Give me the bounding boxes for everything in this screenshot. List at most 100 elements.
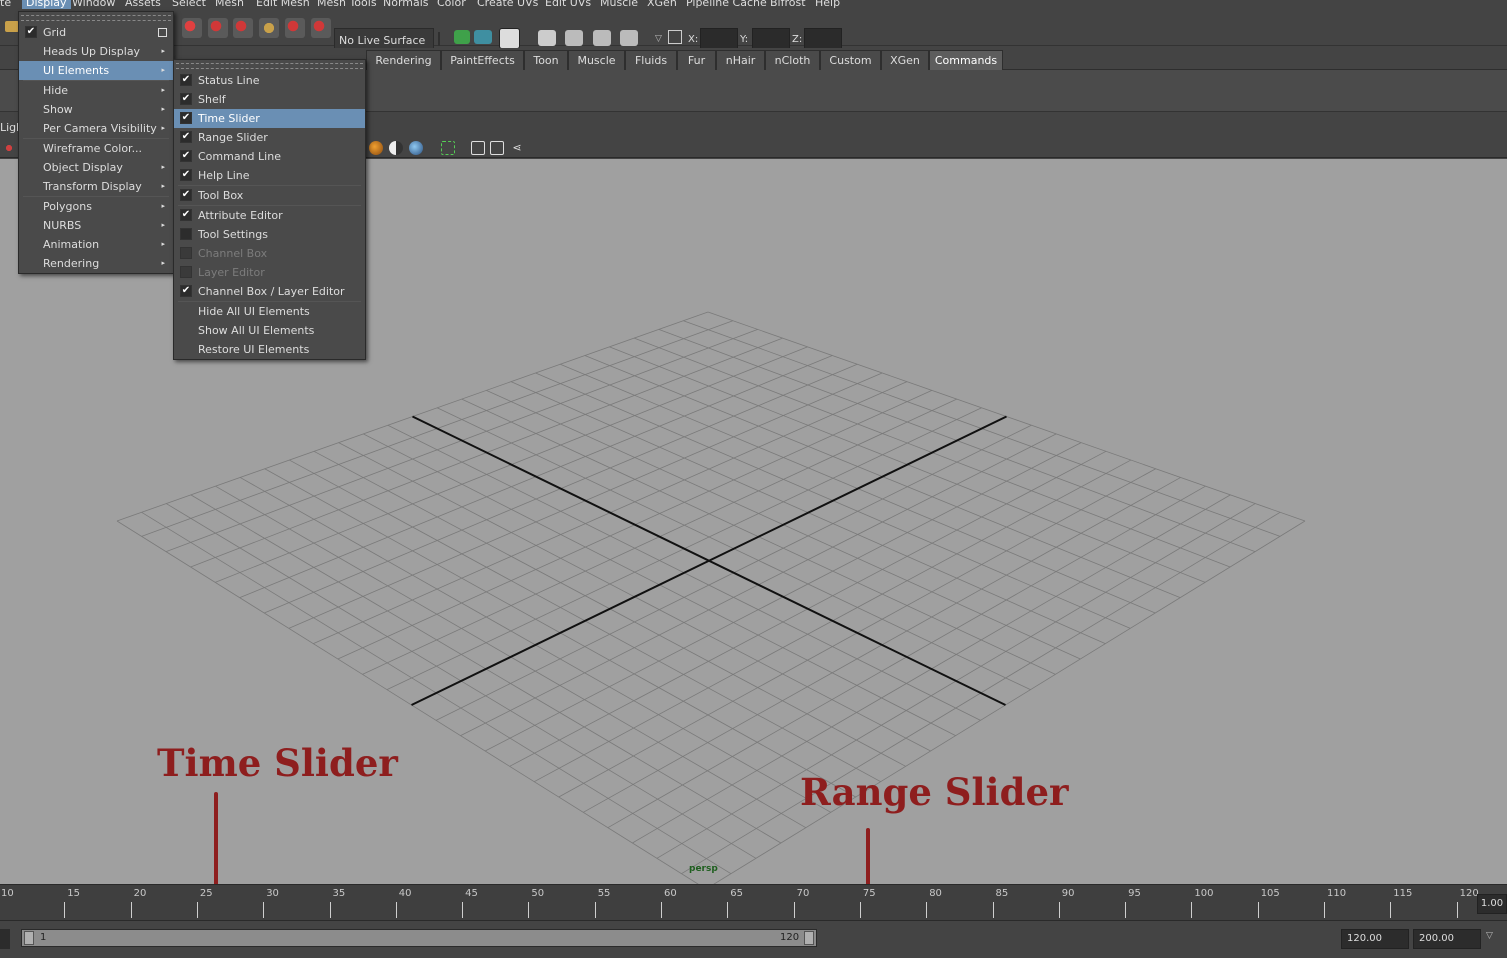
shelf-tab-toon[interactable]: Toon	[524, 50, 568, 70]
shelf-tab-nhair[interactable]: nHair	[716, 50, 765, 70]
display-menu-item-heads-up-display[interactable]: Heads Up Display ▸	[19, 42, 173, 61]
menu-color[interactable]: Color	[437, 0, 466, 9]
time-slider-ruler[interactable]: 10 15 20 25 30 35 40 45 50 55 60 65 70 75 80 85 90 95 100 1…	[0, 885, 1479, 921]
menu-xgen[interactable]: XGen	[647, 0, 677, 9]
ui-elements-item-restore-ui-elements[interactable]: Restore UI Elements	[174, 340, 365, 359]
checkmark-icon[interactable]: ✔	[25, 26, 37, 38]
menu-te[interactable]: te	[0, 0, 11, 9]
ui-elements-item-help-line[interactable]: ✔ Help Line	[174, 166, 365, 185]
display-menu-item-animation[interactable]: Animation ▸	[19, 235, 173, 254]
select-mode-icon[interactable]: ▽	[655, 34, 662, 44]
shelf-tab-xgen[interactable]: XGen	[881, 50, 929, 70]
textured-icon[interactable]	[409, 141, 423, 155]
menu-normals[interactable]: Normals	[383, 0, 429, 9]
display-menu-item-grid[interactable]: ✔ Grid	[19, 23, 173, 42]
checkmark-icon[interactable]: ✔	[180, 189, 192, 201]
half-shaded-sphere-icon[interactable]	[389, 141, 403, 155]
menu-pipeline-cache[interactable]: Pipeline Cache	[686, 0, 767, 9]
snap-to-point-icon[interactable]	[233, 18, 253, 38]
range-end-handle[interactable]	[804, 931, 814, 945]
shaded-sphere-icon[interactable]	[369, 141, 383, 155]
shelf-tab-fluids[interactable]: Fluids	[625, 50, 677, 70]
menu-select[interactable]: Select	[172, 0, 206, 9]
snap-to-curve-icon[interactable]	[208, 18, 228, 38]
ui-elements-item-channel-box-layer-editor[interactable]: ✔ Channel Box / Layer Editor	[174, 282, 365, 301]
shelf-tab-custom[interactable]: Custom	[820, 50, 881, 70]
make-live-icon[interactable]	[285, 18, 305, 38]
menu-mesh-tools[interactable]: Mesh Tools	[317, 0, 377, 9]
shelf-tab-muscle[interactable]: Muscle	[568, 50, 625, 70]
time-slider[interactable]: 10 15 20 25 30 35 40 45 50 55 60 65 70 75 80 85 90 95 100 1…	[0, 884, 1507, 920]
display-menu-item-polygons[interactable]: Polygons ▸	[19, 197, 173, 216]
ui-elements-item-shelf[interactable]: ✔ Shelf	[174, 90, 365, 109]
display-menu-item-hide[interactable]: Hide ▸	[19, 81, 173, 100]
display-menu-item-ui-elements[interactable]: UI Elements ▸	[19, 61, 173, 80]
ui-elements-item-range-slider[interactable]: ✔ Range Slider	[174, 128, 365, 147]
checkmark-icon[interactable]: ✔	[180, 112, 192, 124]
render-frame-icon[interactable]	[565, 30, 583, 46]
history-on-icon[interactable]	[454, 30, 470, 44]
menu-edit-uvs[interactable]: Edit UVs	[545, 0, 591, 9]
ui-elements-item-attribute-editor[interactable]: ✔ Attribute Editor	[174, 206, 365, 225]
script-editor-icon[interactable]	[499, 28, 520, 49]
display-menu-item-rendering[interactable]: Rendering ▸	[19, 254, 173, 273]
shelf-tab-painteffects[interactable]: PaintEffects	[441, 50, 524, 70]
checkmark-icon[interactable]: ✔	[180, 93, 192, 105]
menu-muscle[interactable]: Muscle	[600, 0, 638, 9]
display-menu-tearoff[interactable]	[21, 15, 171, 21]
menu-create-uvs[interactable]: Create UVs	[477, 0, 538, 9]
ui-elements-item-show-all-ui-elements[interactable]: Show All UI Elements	[174, 321, 365, 340]
ui-elements-item-tool-settings[interactable]: Tool Settings	[174, 225, 365, 244]
shelf-tab-fur[interactable]: Fur	[677, 50, 716, 70]
ui-elements-item-status-line[interactable]: ✔ Status Line	[174, 71, 365, 90]
range-start-handle[interactable]	[24, 931, 34, 945]
checkmark-icon[interactable]: ✔	[180, 285, 192, 297]
display-menu-item-transform-display[interactable]: Transform Display ▸	[19, 177, 173, 196]
ipr-render-icon[interactable]	[593, 30, 611, 46]
ui-elements-item-hide-all-ui-elements[interactable]: Hide All UI Elements	[174, 302, 365, 321]
shelf-tab-rendering[interactable]: Rendering	[366, 50, 441, 70]
snap-to-grid-icon[interactable]	[182, 18, 202, 38]
menu-display[interactable]: Display	[22, 0, 71, 9]
checkmark-icon[interactable]: ✔	[180, 209, 192, 221]
shelf-tab-commands[interactable]: Commands	[929, 50, 1003, 70]
ui-elements-item-command-line[interactable]: ✔ Command Line	[174, 147, 365, 166]
history-off-icon[interactable]	[474, 30, 492, 44]
checkmark-icon[interactable]: ✔	[180, 131, 192, 143]
snap-to-view-plane-icon[interactable]	[259, 18, 279, 38]
display-menu-item-nurbs[interactable]: NURBS ▸	[19, 216, 173, 235]
wireframe-cube-icon[interactable]	[471, 141, 485, 155]
magnet-icon[interactable]	[311, 18, 331, 38]
chevron-down-icon[interactable]: ▽	[1486, 931, 1493, 941]
shelf-tab-ncloth[interactable]: nCloth	[765, 50, 820, 70]
crosshair-icon[interactable]	[668, 30, 682, 44]
menu-window[interactable]: Window	[72, 0, 115, 9]
isolate-cube-icon[interactable]	[490, 141, 504, 155]
menu-mesh[interactable]: Mesh	[215, 0, 244, 9]
range-slider[interactable]: 1 120 120.00 200.00 ▽	[0, 920, 1507, 958]
playback-end-field[interactable]: 120.00	[1341, 929, 1409, 949]
checkbox-icon[interactable]	[180, 228, 192, 240]
checkmark-icon[interactable]: ✔	[180, 74, 192, 86]
render-settings-icon[interactable]	[620, 30, 638, 46]
render-view-icon[interactable]	[538, 30, 556, 46]
checkmark-icon[interactable]: ✔	[180, 150, 192, 162]
display-menu-item-wireframe-color[interactable]: Wireframe Color...	[19, 139, 173, 158]
animation-end-field[interactable]: 200.00	[1413, 929, 1481, 949]
ui-elements-item-tool-box[interactable]: ✔ Tool Box	[174, 186, 365, 205]
current-frame-field[interactable]: 1.00	[1477, 894, 1507, 914]
menu-edit-mesh[interactable]: Edit Mesh	[256, 0, 310, 9]
menu-assets[interactable]: Assets	[125, 0, 161, 9]
share-icon[interactable]: ⋖	[510, 141, 524, 155]
display-menu-item-show[interactable]: Show ▸	[19, 100, 173, 119]
folder-icon[interactable]	[5, 21, 19, 32]
select-camera-icon[interactable]	[441, 141, 455, 155]
ui-elements-item-time-slider[interactable]: ✔ Time Slider	[174, 109, 365, 128]
menu-help[interactable]: Help	[815, 0, 840, 9]
display-menu-item-per-camera-visibility[interactable]: Per Camera Visibility ▸	[19, 119, 173, 138]
checkmark-icon[interactable]: ✔	[180, 169, 192, 181]
option-box-icon[interactable]	[158, 28, 167, 37]
display-menu-item-object-display[interactable]: Object Display ▸	[19, 158, 173, 177]
ui-elements-tearoff[interactable]	[176, 63, 363, 69]
camera-icon[interactable]	[2, 141, 16, 155]
